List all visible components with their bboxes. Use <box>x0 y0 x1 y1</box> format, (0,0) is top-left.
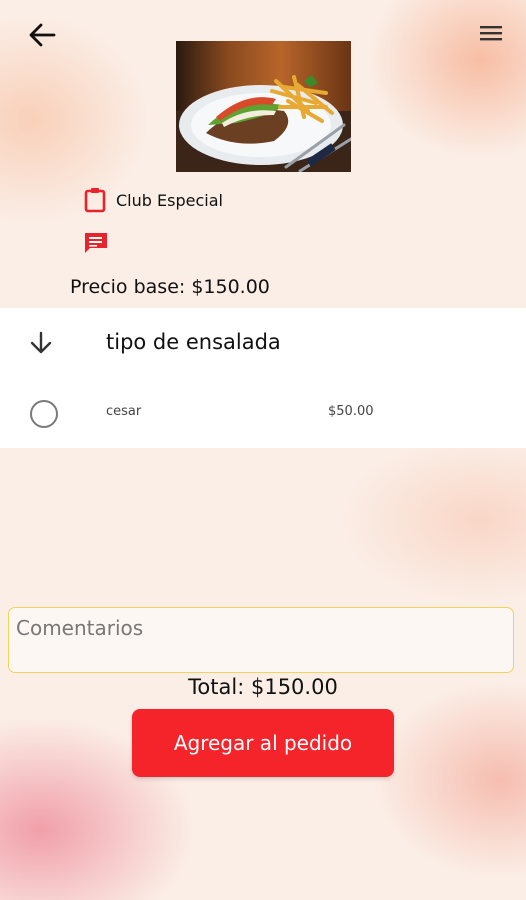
hamburger-menu-icon <box>480 26 502 41</box>
back-button[interactable] <box>26 20 60 50</box>
order-total: Total: $150.00 <box>188 675 338 699</box>
product-name: Club Especial <box>116 190 223 210</box>
option-name: cesar <box>106 404 142 419</box>
product-name-row: Club Especial <box>84 186 223 214</box>
option-price: $50.00 <box>328 404 374 419</box>
message-list-icon <box>85 233 107 253</box>
base-price: Precio base: $150.00 <box>70 276 270 298</box>
option-radio[interactable] <box>30 400 58 428</box>
menu-button[interactable] <box>478 22 504 44</box>
arrow-left-icon <box>29 23 56 47</box>
product-photo <box>176 41 351 172</box>
option-group-title: tipo de ensalada <box>106 330 281 354</box>
add-to-order-button[interactable]: Agregar al pedido <box>132 709 394 777</box>
option-item-cesar[interactable]: cesar $50.00 <box>0 390 526 436</box>
description-button[interactable] <box>84 232 108 254</box>
options-panel: tipo de ensalada cesar $50.00 <box>0 308 526 448</box>
arrow-down-icon <box>30 331 52 354</box>
clipboard-icon <box>84 188 106 213</box>
comments-input[interactable] <box>8 607 514 673</box>
option-group-header[interactable]: tipo de ensalada <box>0 308 526 378</box>
